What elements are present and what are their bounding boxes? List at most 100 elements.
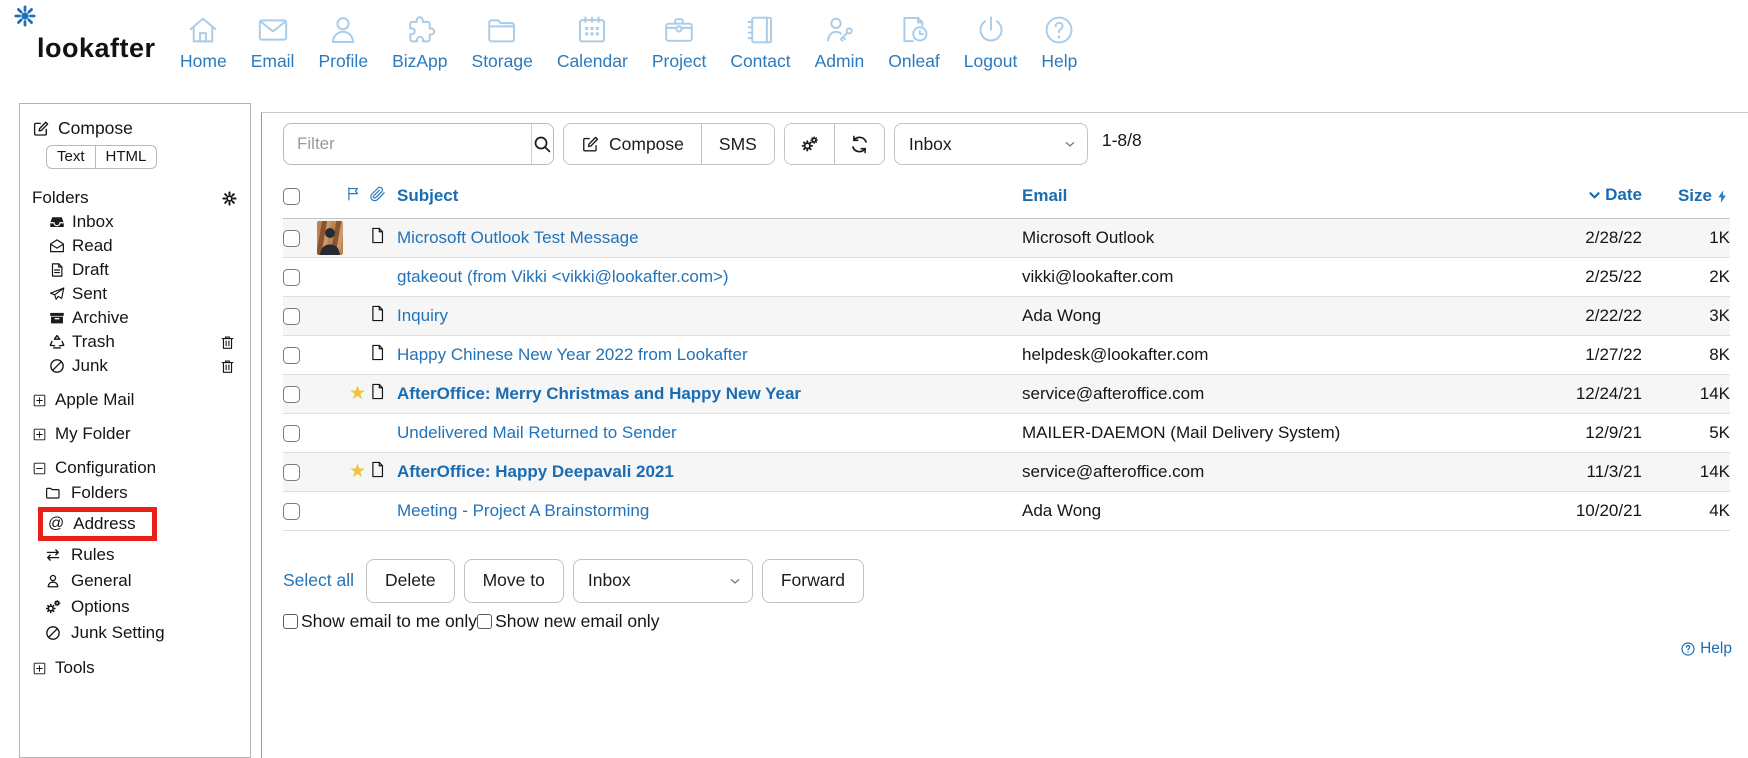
mode-button-text[interactable]: Text xyxy=(47,146,96,168)
empty-junk-trash-icon[interactable] xyxy=(219,358,236,375)
collapse-icon[interactable] xyxy=(32,461,47,476)
list-settings-button[interactable] xyxy=(785,124,835,164)
sidebar-folder-read[interactable]: Read xyxy=(32,234,242,258)
nav-item-admin[interactable]: Admin xyxy=(803,11,877,72)
message-subject-link[interactable]: Meeting - Project A Brainstorming xyxy=(397,501,649,520)
row-checkbox[interactable] xyxy=(283,347,300,364)
bolt-icon xyxy=(1715,189,1730,204)
nav-item-storage[interactable]: Storage xyxy=(460,11,545,72)
sidebar-folder-archive[interactable]: Archive xyxy=(32,306,242,330)
move-to-button[interactable]: Move to xyxy=(464,559,564,603)
search-icon xyxy=(532,134,553,155)
row-checkbox[interactable] xyxy=(283,230,300,247)
move-target-select[interactable]: Inbox xyxy=(573,559,753,603)
delete-button[interactable]: Delete xyxy=(366,559,455,603)
sidebar-folder-inbox[interactable]: Inbox xyxy=(32,210,242,234)
mode-button-html[interactable]: HTML xyxy=(96,146,157,168)
message-row: ★AfterOffice: Happy Deepavali 2021servic… xyxy=(283,452,1730,491)
forward-button[interactable]: Forward xyxy=(762,559,864,603)
message-size: 5K xyxy=(1642,413,1730,452)
row-checkbox[interactable] xyxy=(283,386,300,403)
nav-item-email[interactable]: Email xyxy=(239,11,307,72)
nav-item-onleaf[interactable]: Onleaf xyxy=(876,11,952,72)
document-icon xyxy=(369,343,386,362)
compose-button[interactable]: Compose xyxy=(564,124,702,164)
select-all-link[interactable]: Select all xyxy=(283,570,354,591)
nav-item-bizapp[interactable]: BizApp xyxy=(380,11,459,72)
date-header[interactable]: Date xyxy=(1442,174,1642,218)
refresh-icon xyxy=(849,134,870,155)
folders-settings-gear-icon[interactable] xyxy=(221,190,238,207)
star-icon[interactable]: ★ xyxy=(349,383,366,404)
sidebar-config-folders[interactable]: Folders xyxy=(44,480,242,506)
nav-item-home[interactable]: Home xyxy=(168,11,239,72)
document-icon xyxy=(369,460,386,479)
nav-label: Storage xyxy=(472,51,533,72)
subject-header[interactable]: Subject xyxy=(397,174,1022,218)
gears-icon xyxy=(44,598,62,616)
help-link[interactable]: Help xyxy=(283,640,1740,658)
size-header[interactable]: Size xyxy=(1642,174,1730,218)
sidebar-folder-sent[interactable]: Sent xyxy=(32,282,242,306)
nav-label: BizApp xyxy=(392,51,447,72)
message-subject-link[interactable]: Inquiry xyxy=(397,306,448,325)
message-subject-link[interactable]: Undelivered Mail Returned to Sender xyxy=(397,423,677,442)
select-all-checkbox[interactable] xyxy=(283,188,300,205)
refresh-button[interactable] xyxy=(835,124,884,164)
sidebar-tree-configuration[interactable]: Configuration xyxy=(32,456,242,480)
mailbox-select[interactable]: Inbox xyxy=(894,123,1088,165)
row-checkbox[interactable] xyxy=(283,425,300,442)
expand-icon[interactable] xyxy=(32,427,47,442)
nav-item-contact[interactable]: Contact xyxy=(718,11,802,72)
filter-group xyxy=(283,123,554,165)
filter-input[interactable] xyxy=(284,124,531,164)
message-subject-link[interactable]: gtakeout (from Vikki <vikki@lookafter.co… xyxy=(397,267,729,286)
nav-item-logout[interactable]: Logout xyxy=(952,11,1030,72)
message-row: Meeting - Project A BrainstormingAda Won… xyxy=(283,491,1730,530)
message-subject-link[interactable]: AfterOffice: Happy Deepavali 2021 xyxy=(397,462,674,481)
message-subject-link[interactable]: AfterOffice: Merry Christmas and Happy N… xyxy=(397,384,801,403)
folder-sm-icon xyxy=(44,484,62,502)
email-header[interactable]: Email xyxy=(1022,174,1442,218)
sidebar-config-rules[interactable]: Rules xyxy=(44,542,242,568)
nav-label: Onleaf xyxy=(888,51,940,72)
sidebar-folder-trash[interactable]: Trash xyxy=(32,330,242,354)
sidebar-tree-my-folder[interactable]: My Folder xyxy=(32,422,242,446)
sidebar-folder-draft[interactable]: Draft xyxy=(32,258,242,282)
message-subject-link[interactable]: Microsoft Outlook Test Message xyxy=(397,228,639,247)
sidebar-config-address[interactable]: @Address xyxy=(48,514,136,534)
message-subject-link[interactable]: Happy Chinese New Year 2022 from Lookaft… xyxy=(397,345,748,364)
row-checkbox[interactable] xyxy=(283,308,300,325)
nav-item-help[interactable]: Help xyxy=(1029,11,1089,72)
expand-icon[interactable] xyxy=(32,661,47,676)
sms-button[interactable]: SMS xyxy=(702,124,774,164)
message-sender: helpdesk@lookafter.com xyxy=(1022,335,1442,374)
sidebar-compose[interactable]: Compose xyxy=(32,116,242,141)
message-row: Undelivered Mail Returned to SenderMAILE… xyxy=(283,413,1730,452)
sort-desc-icon xyxy=(1587,188,1602,203)
show-email-to-me-only[interactable]: Show email to me only xyxy=(283,611,477,632)
sidebar-config-junk-setting[interactable]: Junk Setting xyxy=(44,620,242,646)
nav-item-project[interactable]: Project xyxy=(640,11,718,72)
mail-panel: Compose SMS xyxy=(261,112,1748,758)
sidebar-folder-junk[interactable]: Junk xyxy=(32,354,242,378)
sidebar-tree-apple-mail[interactable]: Apple Mail xyxy=(32,388,242,412)
show-new-email-only-checkbox[interactable] xyxy=(477,614,492,629)
help-link-label: Help xyxy=(1700,640,1732,658)
empty-trash-trash-icon[interactable] xyxy=(219,334,236,351)
sidebar-config-general[interactable]: General xyxy=(44,568,242,594)
row-checkbox[interactable] xyxy=(283,503,300,520)
sidebar-tree-tools[interactable]: Tools xyxy=(32,656,242,680)
sidebar-config-options[interactable]: Options xyxy=(44,594,242,620)
top-navigation: HomeEmailProfile BizApp Storage CalendarPro… xyxy=(168,11,1089,72)
show-new-email-only[interactable]: Show new email only xyxy=(477,611,659,632)
row-checkbox[interactable] xyxy=(283,269,300,286)
nav-item-profile[interactable]: Profile xyxy=(306,11,380,72)
star-icon[interactable]: ★ xyxy=(349,461,366,482)
show-email-to-me-only-checkbox[interactable] xyxy=(283,614,298,629)
search-button[interactable] xyxy=(531,124,553,164)
expand-icon[interactable] xyxy=(32,393,47,408)
admin-key-icon xyxy=(821,11,857,49)
nav-item-calendar[interactable]: Calendar xyxy=(545,11,640,72)
row-checkbox[interactable] xyxy=(283,464,300,481)
